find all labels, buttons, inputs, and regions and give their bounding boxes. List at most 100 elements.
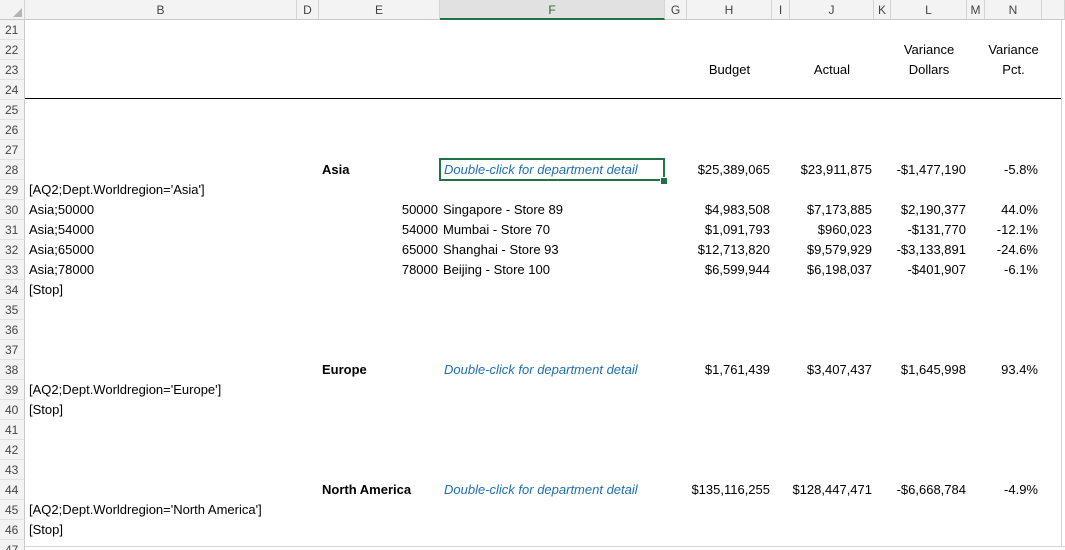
row-header[interactable]: 30: [0, 200, 25, 220]
detail-variance-pct[interactable]: -12.1%: [985, 220, 1038, 240]
variance-pct-header-line2: Pct.: [1002, 62, 1025, 77]
column-header-g[interactable]: G: [665, 0, 687, 20]
detail-actual[interactable]: $7,173,885: [790, 200, 872, 220]
aq-marker-europe[interactable]: [AQ2;Dept.Worldregion='Europe']: [29, 380, 221, 400]
department-detail-link-north-america[interactable]: Double-click for department detail: [444, 480, 662, 500]
stop-marker-europe[interactable]: [Stop]: [29, 400, 63, 420]
budget-asia[interactable]: $25,389,065: [687, 160, 770, 180]
variance-pct-asia[interactable]: -5.8%: [985, 160, 1038, 180]
detail-variance-dollars[interactable]: -$131,770: [891, 220, 966, 240]
store-name[interactable]: Singapore - Store 89: [443, 200, 563, 220]
aq-marker-north-america[interactable]: [AQ2;Dept.Worldregion='North America']: [29, 500, 262, 520]
row-header[interactable]: 34: [0, 280, 25, 300]
detail-actual[interactable]: $6,198,037: [790, 260, 872, 280]
store-name[interactable]: Shanghai - Store 93: [443, 240, 559, 260]
column-header-e[interactable]: E: [319, 0, 440, 20]
select-all-button[interactable]: [0, 0, 25, 20]
detail-actual[interactable]: $960,023: [790, 220, 872, 240]
column-header-j[interactable]: J: [790, 0, 874, 20]
actual-north-america[interactable]: $128,447,471: [790, 480, 872, 500]
row-header[interactable]: 40: [0, 400, 25, 420]
actual-europe[interactable]: $3,407,437: [790, 360, 872, 380]
department-detail-link-europe[interactable]: Double-click for department detail: [444, 360, 662, 380]
detail-budget[interactable]: $6,599,944: [687, 260, 770, 280]
column-header-n[interactable]: N: [985, 0, 1042, 20]
column-header-l[interactable]: L: [891, 0, 967, 20]
row-header[interactable]: 42: [0, 440, 25, 460]
stop-marker-asia[interactable]: [Stop]: [29, 280, 63, 300]
row-header[interactable]: 43: [0, 460, 25, 480]
row-header[interactable]: 25: [0, 100, 25, 120]
variance-pct-header-line1: Variance: [988, 42, 1039, 57]
row-header[interactable]: 39: [0, 380, 25, 400]
column-header-d[interactable]: D: [297, 0, 319, 20]
detail-key[interactable]: Asia;50000: [29, 200, 94, 220]
variance-dollars-header-line2: Dollars: [908, 62, 950, 77]
row-header[interactable]: 28: [0, 160, 25, 180]
row-header[interactable]: 37: [0, 340, 25, 360]
actual-asia[interactable]: $23,911,875: [790, 160, 872, 180]
row-header[interactable]: 24: [0, 80, 25, 100]
detail-variance-pct[interactable]: 44.0%: [985, 200, 1038, 220]
row-header[interactable]: 41: [0, 420, 25, 440]
row-header[interactable]: 38: [0, 360, 25, 380]
column-header-m[interactable]: M: [967, 0, 985, 20]
spreadsheet-grid[interactable]: B D E F G H I J K L M N 21 22 23 24 25 2…: [0, 0, 1065, 550]
detail-budget[interactable]: $1,091,793: [687, 220, 770, 240]
variance-dollars-asia[interactable]: -$1,477,190: [891, 160, 966, 180]
detail-variance-pct[interactable]: -24.6%: [985, 240, 1038, 260]
detail-budget[interactable]: $12,713,820: [687, 240, 770, 260]
column-header-h[interactable]: H: [687, 0, 772, 20]
row-header[interactable]: 44: [0, 480, 25, 500]
detail-key[interactable]: Asia;65000: [29, 240, 94, 260]
column-header-b[interactable]: B: [25, 0, 297, 20]
row-header[interactable]: 35: [0, 300, 25, 320]
detail-budget[interactable]: $4,983,508: [687, 200, 770, 220]
budget-north-america[interactable]: $135,116,255: [687, 480, 770, 500]
row-header[interactable]: 21: [0, 20, 25, 40]
store-code[interactable]: 54000: [380, 220, 438, 240]
store-code[interactable]: 65000: [380, 240, 438, 260]
fill-handle[interactable]: [660, 177, 668, 185]
detail-actual[interactable]: $9,579,929: [790, 240, 872, 260]
row-header[interactable]: 31: [0, 220, 25, 240]
column-header-i[interactable]: I: [772, 0, 790, 20]
variance-dollars-europe[interactable]: $1,645,998: [891, 360, 966, 380]
store-name[interactable]: Mumbai - Store 70: [443, 220, 550, 240]
row-header[interactable]: 46: [0, 520, 25, 540]
detail-variance-dollars[interactable]: -$401,907: [891, 260, 966, 280]
variance-dollars-header-line1: Variance: [903, 42, 955, 57]
budget-header: Budget: [708, 62, 751, 77]
row-header[interactable]: 36: [0, 320, 25, 340]
header-underline: [25, 98, 1061, 99]
store-code[interactable]: 78000: [380, 260, 438, 280]
store-name[interactable]: Beijing - Store 100: [443, 260, 550, 280]
row-header[interactable]: 33: [0, 260, 25, 280]
detail-key[interactable]: Asia;78000: [29, 260, 94, 280]
budget-europe[interactable]: $1,761,439: [687, 360, 770, 380]
region-name-europe[interactable]: Europe: [322, 360, 437, 380]
row-header[interactable]: 29: [0, 180, 25, 200]
row-header[interactable]: 45: [0, 500, 25, 520]
region-name-asia[interactable]: Asia: [322, 160, 437, 180]
detail-variance-dollars[interactable]: -$3,133,891: [891, 240, 966, 260]
row-header[interactable]: 22: [0, 40, 25, 60]
detail-variance-pct[interactable]: -6.1%: [985, 260, 1038, 280]
aq-marker-asia[interactable]: [AQ2;Dept.Worldregion='Asia']: [29, 180, 205, 200]
row-header[interactable]: 47: [0, 540, 25, 550]
variance-pct-north-america[interactable]: -4.9%: [985, 480, 1038, 500]
row-header[interactable]: 32: [0, 240, 25, 260]
store-code[interactable]: 50000: [380, 200, 438, 220]
row-header[interactable]: 26: [0, 120, 25, 140]
region-name-north-america[interactable]: North America: [322, 480, 437, 500]
detail-key[interactable]: Asia;54000: [29, 220, 94, 240]
column-header-f[interactable]: F: [440, 0, 665, 20]
variance-pct-europe[interactable]: 93.4%: [985, 360, 1038, 380]
row-header[interactable]: 27: [0, 140, 25, 160]
horizontal-scroll-edge: [25, 546, 1065, 550]
variance-dollars-north-america[interactable]: -$6,668,784: [891, 480, 966, 500]
row-header[interactable]: 23: [0, 60, 25, 80]
stop-marker-north-america[interactable]: [Stop]: [29, 520, 63, 540]
column-header-k[interactable]: K: [874, 0, 891, 20]
detail-variance-dollars[interactable]: $2,190,377: [891, 200, 966, 220]
